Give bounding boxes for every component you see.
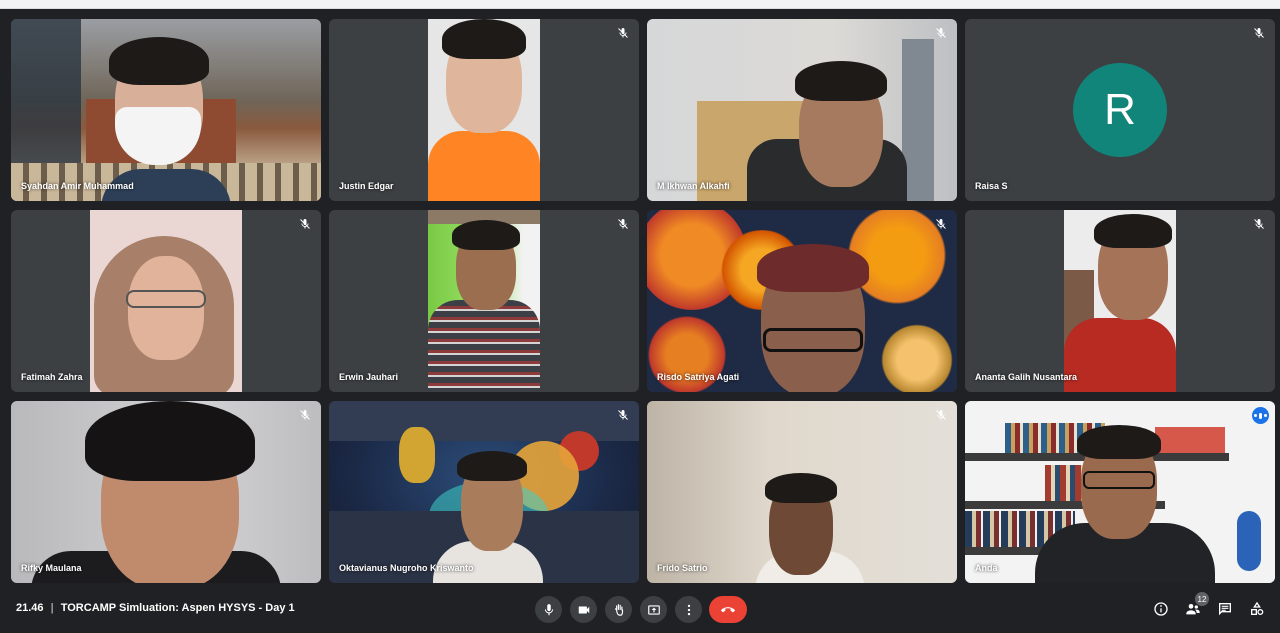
mic-off-icon xyxy=(618,410,628,420)
participant-video xyxy=(11,19,321,201)
speaking-indicator-icon xyxy=(1252,407,1269,424)
mic-off-icon xyxy=(936,410,946,420)
mic-off-icon xyxy=(1254,219,1264,229)
participant-tile[interactable]: Fatimah Zahra xyxy=(11,210,321,392)
participant-tile[interactable]: Rifky Maulana xyxy=(11,401,321,583)
present-icon xyxy=(647,604,660,615)
more-vert-icon xyxy=(687,604,690,615)
participant-video xyxy=(428,19,540,201)
participant-name: Erwin Jauhari xyxy=(339,372,399,382)
participant-video xyxy=(11,401,321,583)
participant-tile[interactable]: Oktavianus Nugroho Kriswanto xyxy=(329,401,639,583)
participant-video xyxy=(647,401,957,583)
chat-button[interactable] xyxy=(1215,599,1235,619)
mic-off-icon xyxy=(300,219,310,229)
participant-video xyxy=(1064,210,1176,392)
more-options-button[interactable] xyxy=(675,596,702,623)
participant-tile[interactable]: Frido Satrio xyxy=(647,401,957,583)
participant-name: Frido Satrio xyxy=(657,563,708,573)
camera-icon xyxy=(578,606,589,613)
activities-icon xyxy=(1251,601,1264,615)
participant-tile[interactable]: Justin Edgar xyxy=(329,19,639,201)
microphone-button[interactable] xyxy=(535,596,562,623)
participant-name: Risdo Satriya Agati xyxy=(657,372,740,382)
participant-name: Raisa S xyxy=(975,181,1008,191)
leave-call-button[interactable] xyxy=(709,596,747,623)
people-count-badge: 12 xyxy=(1195,592,1209,606)
meeting-details-button[interactable] xyxy=(1151,599,1171,619)
present-button[interactable] xyxy=(640,596,667,623)
mic-icon xyxy=(544,603,553,615)
participant-name: Anda xyxy=(975,563,998,573)
participant-tile[interactable]: Syahdan Amir Muhammad xyxy=(11,19,321,201)
info-icon xyxy=(1154,602,1168,616)
meeting-separator: | xyxy=(50,602,54,614)
participant-video xyxy=(647,19,957,201)
camera-button[interactable] xyxy=(570,596,597,623)
mic-off-icon xyxy=(618,28,628,38)
participant-avatar: R xyxy=(1073,63,1167,157)
mic-off-icon xyxy=(300,410,310,420)
participant-name: Rifky Maulana xyxy=(21,563,82,573)
mic-off-icon xyxy=(936,28,946,38)
participant-video xyxy=(965,401,1275,583)
mic-off-icon xyxy=(1254,28,1264,38)
meeting-info: 21.46 | TORCAMP Simluation: Aspen HYSYS … xyxy=(16,602,295,614)
raise-hand-button[interactable] xyxy=(605,596,632,623)
participant-video xyxy=(329,401,639,583)
activities-button[interactable] xyxy=(1247,599,1267,619)
participant-grid: Syahdan Amir Muhammad Justin Edgar M Ikh… xyxy=(11,19,1275,583)
participant-name: Fatimah Zahra xyxy=(21,372,83,382)
participant-tile[interactable]: Ananta Galih Nusantara xyxy=(965,210,1275,392)
participant-video xyxy=(647,210,957,392)
meeting-title: TORCAMP Simluation: Aspen HYSYS - Day 1 xyxy=(60,602,295,614)
end-call-icon xyxy=(721,606,735,612)
participant-name: Oktavianus Nugroho Kriswanto xyxy=(339,563,474,573)
mic-off-icon xyxy=(936,219,946,229)
people-button[interactable]: 12 xyxy=(1183,592,1209,619)
chat-icon xyxy=(1219,603,1231,616)
participant-tile[interactable]: Erwin Jauhari xyxy=(329,210,639,392)
participant-name: Justin Edgar xyxy=(339,181,394,191)
participant-name: Syahdan Amir Muhammad xyxy=(21,181,134,191)
meeting-toolbar: 21.46 | TORCAMP Simluation: Aspen HYSYS … xyxy=(0,590,1280,633)
participant-tile[interactable]: R Raisa S xyxy=(965,19,1275,201)
participant-video xyxy=(428,210,540,392)
participant-tile[interactable]: Risdo Satriya Agati xyxy=(647,210,957,392)
participant-name: Ananta Galih Nusantara xyxy=(975,372,1078,382)
participant-tile-self[interactable]: Anda xyxy=(965,401,1275,583)
participant-tile[interactable]: M Ikhwan Alkahfi xyxy=(647,19,957,201)
participant-video xyxy=(90,210,242,392)
participant-name: M Ikhwan Alkahfi xyxy=(657,181,730,191)
meeting-time: 21.46 xyxy=(16,602,44,614)
mic-off-icon xyxy=(618,219,628,229)
browser-top-strip xyxy=(0,0,1280,9)
hand-icon xyxy=(614,603,623,616)
